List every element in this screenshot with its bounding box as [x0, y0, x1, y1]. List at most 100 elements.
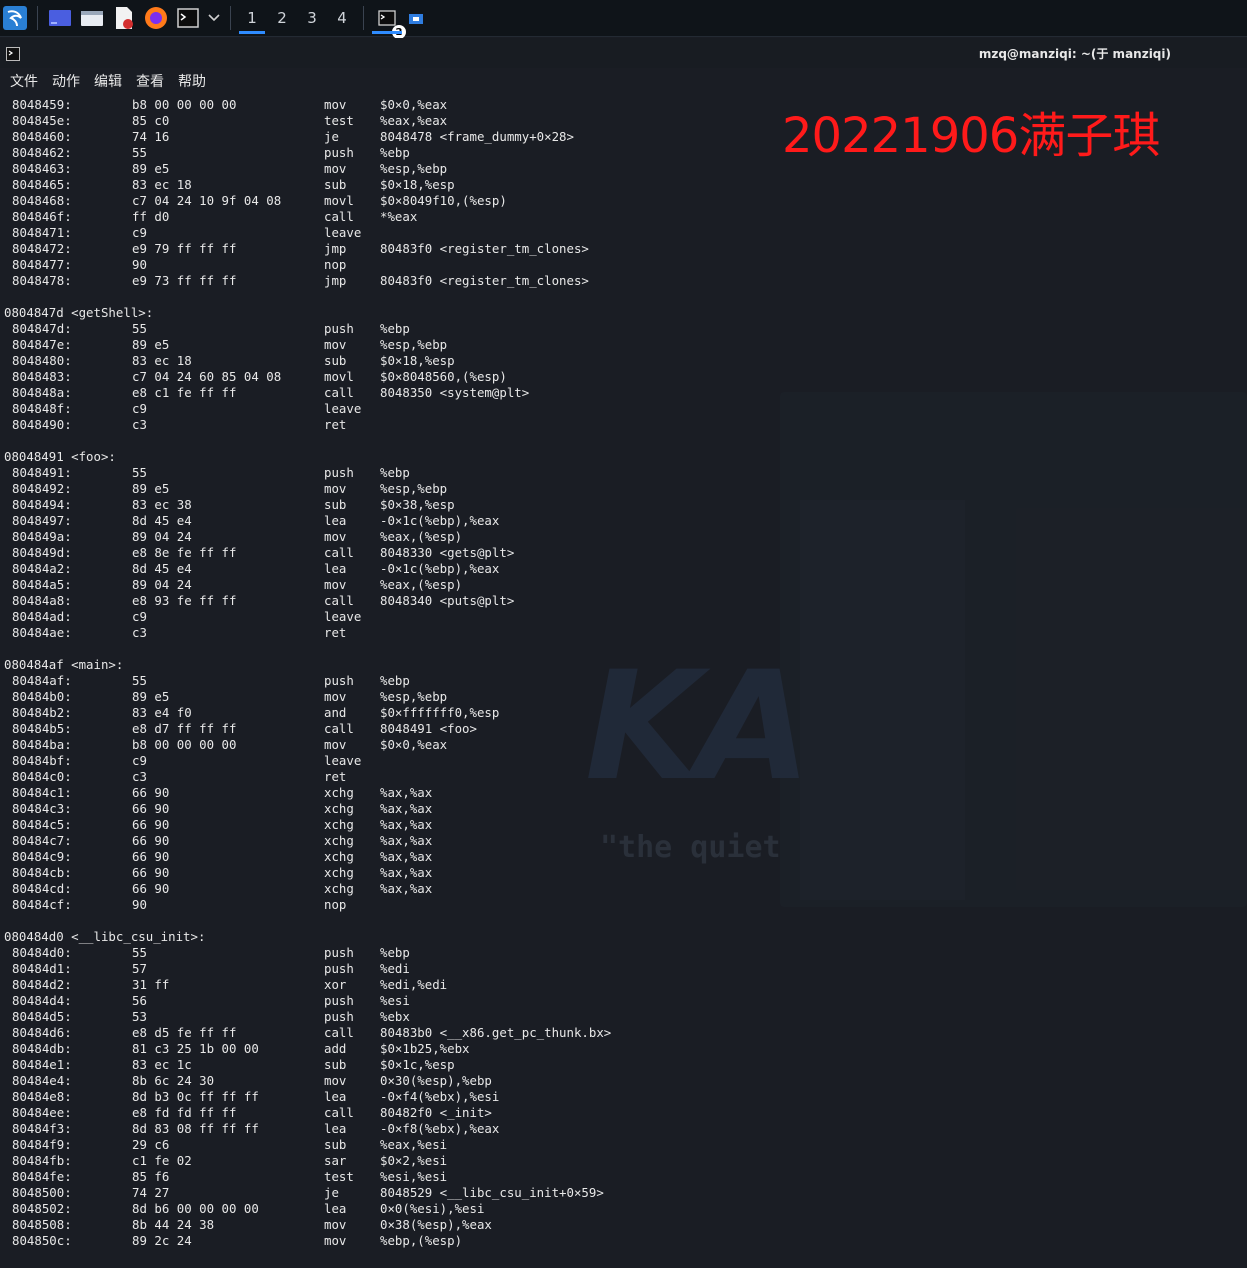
instruction-address: 80484b2: — [12, 705, 72, 720]
instruction-bytes: c7 04 24 60 85 04 08 — [132, 369, 282, 384]
workspace-2[interactable]: 2 — [267, 1, 297, 35]
instruction-mnemonic: ret — [324, 417, 347, 432]
function-label: 080484d0 <__libc_csu_init>: — [4, 929, 206, 944]
instruction-bytes: e8 fd fd ff ff — [132, 1105, 237, 1120]
instruction-address: 8048477: — [12, 257, 72, 272]
instruction-bytes: 8d b3 0c ff ff ff — [132, 1089, 259, 1104]
instruction-row: 80484e1: 83 ec 1c sub $0×1c,%esp — [0, 1057, 1247, 1073]
instruction-operands: 0×0(%esi),%esi — [380, 1201, 485, 1216]
workspace-3[interactable]: 3 — [297, 1, 327, 35]
window-terminal-icon — [6, 46, 20, 65]
instruction-row: 804849a: 89 04 24 mov %eax,(%esp) — [0, 529, 1247, 545]
instruction-operands: -0×f4(%ebx),%esi — [380, 1089, 500, 1104]
instruction-bytes: 66 90 — [132, 801, 170, 816]
instruction-row: 80484d0: 55 push %ebp — [0, 945, 1247, 961]
instruction-address: 8048502: — [12, 1201, 72, 1216]
file-manager-icon[interactable] — [79, 6, 105, 30]
instruction-row: 80484f3: 8d 83 08 ff ff ff lea -0×f8(%ebx),… — [0, 1121, 1247, 1137]
instruction-address: 80484c9: — [12, 849, 72, 864]
terminal-output[interactable]: 8048459: b8 00 00 00 00 mov $0×0,%eax 804845… — [0, 97, 1247, 1268]
firefox-icon[interactable] — [143, 6, 169, 30]
instruction-row: 80484fb: c1 fe 02 sar $0×2,%esi — [0, 1153, 1247, 1169]
menu-view[interactable]: 查看 — [136, 71, 164, 91]
instruction-address: 80484a5: — [12, 577, 72, 592]
instruction-row: 8048472: e9 79 ff ff ff jmp 80483f0 <regist… — [0, 241, 1247, 257]
instruction-address: 80484fb: — [12, 1153, 72, 1168]
instruction-address: 80484a2: — [12, 561, 72, 576]
instruction-row: 8048502: 8d b6 00 00 00 00 lea 0×0(%esi),%e… — [0, 1201, 1247, 1217]
instruction-operands: $0×38,%esp — [380, 497, 455, 512]
instruction-address: 804850c: — [12, 1233, 72, 1248]
instruction-row: 8048483: c7 04 24 60 85 04 08 movl $0×80485… — [0, 369, 1247, 385]
instruction-bytes: 83 ec 38 — [132, 497, 192, 512]
instruction-mnemonic: sub — [324, 177, 347, 192]
instruction-operands: %esp,%ebp — [380, 689, 448, 704]
instruction-row: 80484af: 55 push %ebp — [0, 673, 1247, 689]
instruction-operands: $0×0,%eax — [380, 97, 448, 112]
instruction-row: 8048500: 74 27 je 8048529 <__libc_csu_init+… — [0, 1185, 1247, 1201]
instruction-mnemonic: call — [324, 545, 354, 560]
instruction-bytes: 74 16 — [132, 129, 170, 144]
instruction-bytes: 89 e5 — [132, 689, 170, 704]
instruction-bytes: 55 — [132, 673, 147, 688]
instruction-operands: %ax,%ax — [380, 833, 433, 848]
menu-edit[interactable]: 编辑 — [94, 71, 122, 91]
instruction-bytes: 90 — [132, 897, 147, 912]
instruction-row: 8048468: c7 04 24 10 9f 04 08 movl $0×8049f… — [0, 193, 1247, 209]
instruction-operands: %ax,%ax — [380, 849, 433, 864]
instruction-bytes: 89 2c 24 — [132, 1233, 192, 1248]
instruction-mnemonic: push — [324, 945, 354, 960]
instruction-bytes: e8 c1 fe ff ff — [132, 385, 237, 400]
instruction-mnemonic: sar — [324, 1153, 347, 1168]
instruction-operands: $0×1c,%esp — [380, 1057, 455, 1072]
instruction-mnemonic: mov — [324, 529, 347, 544]
instruction-mnemonic: push — [324, 673, 354, 688]
workspace-4[interactable]: 4 — [327, 1, 357, 35]
terminal-launcher-icon[interactable] — [175, 6, 201, 30]
instruction-mnemonic: nop — [324, 257, 347, 272]
instruction-bytes: 66 90 — [132, 849, 170, 864]
instruction-mnemonic: push — [324, 961, 354, 976]
instruction-address: 80484c0: — [12, 769, 72, 784]
instruction-mnemonic: xchg — [324, 801, 354, 816]
kali-menu-icon[interactable] — [2, 6, 28, 30]
instruction-row: 80484b5: e8 d7 ff ff ff call 8048491 <foo> — [0, 721, 1247, 737]
menu-file[interactable]: 文件 — [10, 71, 38, 91]
instruction-mnemonic: sub — [324, 1057, 347, 1072]
instruction-mnemonic: xchg — [324, 817, 354, 832]
menu-help[interactable]: 帮助 — [178, 71, 206, 91]
instruction-bytes: 83 ec 1c — [132, 1057, 192, 1072]
instruction-row: 80484a8: e8 93 fe ff ff call 8048340 <puts@… — [0, 593, 1247, 609]
instruction-operands: %ebp — [380, 945, 410, 960]
function-header: 080484af <main>: — [0, 657, 1247, 673]
instruction-address: 8048494: — [12, 497, 72, 512]
menu-action[interactable]: 动作 — [52, 71, 80, 91]
instruction-bytes: 89 e5 — [132, 337, 170, 352]
instruction-mnemonic: xchg — [324, 785, 354, 800]
instruction-mnemonic: jmp — [324, 273, 347, 288]
instruction-address: 80484d0: — [12, 945, 72, 960]
instruction-mnemonic: call — [324, 1105, 354, 1120]
instruction-operands: %esi — [380, 993, 410, 1008]
instruction-operands: %ebp — [380, 465, 410, 480]
instruction-address: 80484f3: — [12, 1121, 72, 1136]
instruction-mnemonic: xchg — [324, 881, 354, 896]
taskbar: 1 2 3 4 2 — [0, 0, 1247, 39]
instruction-mnemonic: test — [324, 113, 354, 128]
instruction-bytes: 83 ec 18 — [132, 353, 192, 368]
instruction-bytes: c9 — [132, 225, 147, 240]
instruction-address: 80484fe: — [12, 1169, 72, 1184]
instruction-bytes: 85 c0 — [132, 113, 170, 128]
instruction-row: 80484e8: 8d b3 0c ff ff ff lea -0×f4(%ebx),… — [0, 1089, 1247, 1105]
instruction-mnemonic: xor — [324, 977, 347, 992]
file-manager-task-icon[interactable] — [407, 6, 425, 30]
chevron-down-icon[interactable] — [207, 6, 221, 30]
instruction-address: 8048471: — [12, 225, 72, 240]
text-editor-icon[interactable] — [111, 6, 137, 30]
instruction-row: 80484c9: 66 90 xchg %ax,%ax — [0, 849, 1247, 865]
terminal-task-button[interactable]: 2 — [370, 1, 406, 39]
show-desktop-icon[interactable] — [47, 6, 73, 30]
workspace-1[interactable]: 1 — [237, 1, 267, 35]
